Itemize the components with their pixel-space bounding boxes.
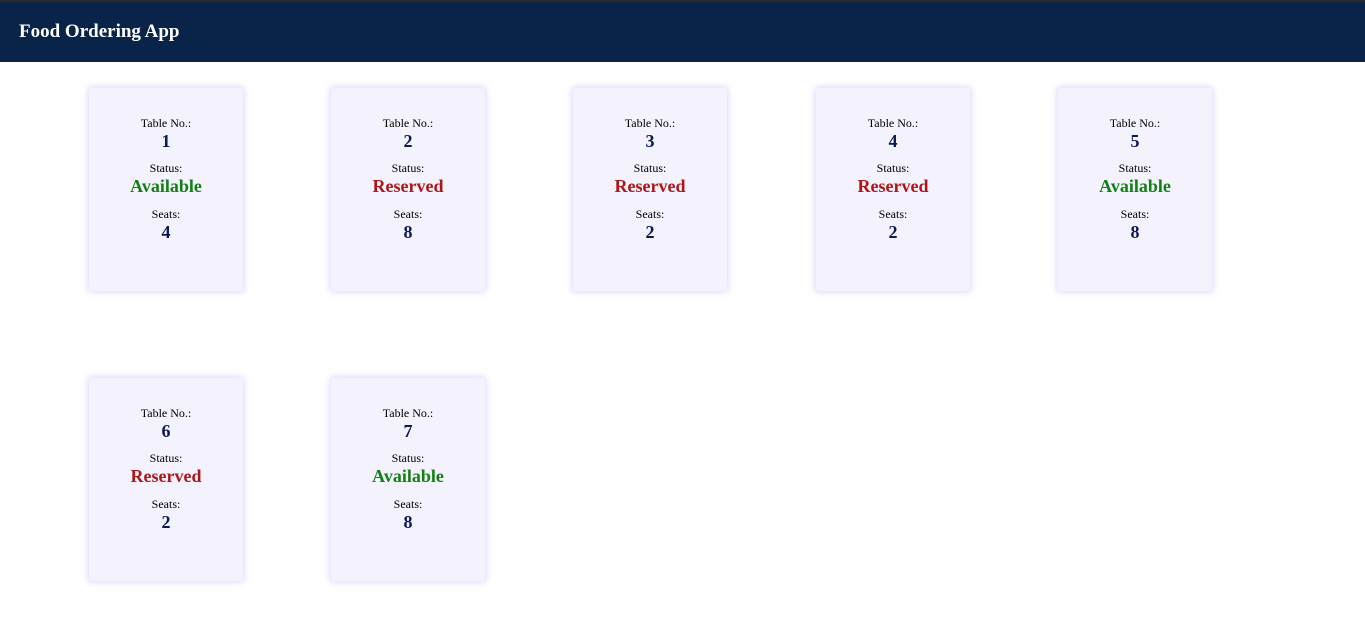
seats-label: Seats:: [151, 497, 181, 511]
table-number: 6: [161, 421, 171, 441]
seats-value: 2: [888, 222, 898, 242]
table-card-3[interactable]: Table No.: 3 Status: Reserved Seats: 2: [573, 88, 727, 291]
table-card-7[interactable]: Table No.: 7 Status: Available Seats: 8: [331, 378, 485, 581]
status-label: Status:: [391, 161, 425, 175]
table-card-4[interactable]: Table No.: 4 Status: Reserved Seats: 2: [816, 88, 970, 291]
status-label: Status:: [149, 451, 183, 465]
table-number: 5: [1130, 131, 1140, 151]
table-number: 4: [888, 131, 898, 151]
seats-label: Seats:: [1120, 207, 1150, 221]
seats-value: 8: [403, 512, 413, 532]
seats-value: 8: [1130, 222, 1140, 242]
table-no-label: Table No.:: [624, 116, 676, 130]
seats-label: Seats:: [393, 207, 423, 221]
navbar: Food Ordering App: [0, 2, 1365, 62]
table-card-1[interactable]: Table No.: 1 Status: Available Seats: 4: [89, 88, 243, 291]
table-card-6[interactable]: Table No.: 6 Status: Reserved Seats: 2: [89, 378, 243, 581]
table-number: 7: [403, 421, 413, 441]
seats-value: 4: [161, 222, 171, 242]
seats-label: Seats:: [878, 207, 908, 221]
status-label: Status:: [876, 161, 910, 175]
seats-value: 2: [161, 512, 171, 532]
status-value: Available: [130, 176, 202, 196]
status-label: Status:: [149, 161, 183, 175]
status-label: Status:: [1118, 161, 1152, 175]
status-value: Available: [1099, 176, 1171, 196]
seats-label: Seats:: [393, 497, 423, 511]
table-no-label: Table No.:: [867, 116, 919, 130]
status-value: Reserved: [130, 466, 202, 486]
status-label: Status:: [391, 451, 425, 465]
table-card-5[interactable]: Table No.: 5 Status: Available Seats: 8: [1058, 88, 1212, 291]
status-value: Available: [372, 466, 444, 486]
seats-label: Seats:: [635, 207, 665, 221]
table-number: 1: [161, 131, 171, 151]
table-no-label: Table No.:: [382, 406, 434, 420]
status-value: Reserved: [857, 176, 929, 196]
status-value: Reserved: [614, 176, 686, 196]
status-value: Reserved: [372, 176, 444, 196]
table-number: 2: [403, 131, 413, 151]
seats-value: 2: [645, 222, 655, 242]
seats-value: 8: [403, 222, 413, 242]
status-label: Status:: [633, 161, 667, 175]
table-no-label: Table No.:: [1109, 116, 1161, 130]
table-no-label: Table No.:: [382, 116, 434, 130]
seats-label: Seats:: [151, 207, 181, 221]
table-card-2[interactable]: Table No.: 2 Status: Reserved Seats: 8: [331, 88, 485, 291]
table-number: 3: [645, 131, 655, 151]
app-title[interactable]: Food Ordering App: [19, 21, 179, 43]
table-no-label: Table No.:: [140, 406, 192, 420]
table-no-label: Table No.:: [140, 116, 192, 130]
